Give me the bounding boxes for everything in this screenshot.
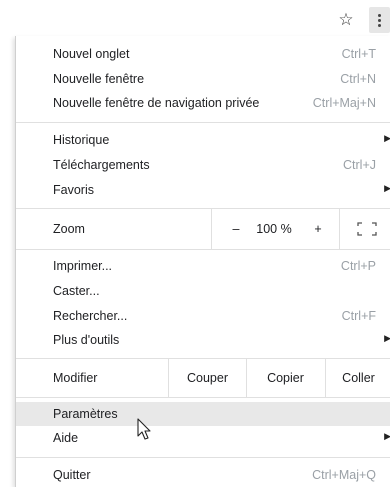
menu-item-quit[interactable]: Quitter Ctrl+Maj+Q xyxy=(16,463,390,487)
menu-item-shortcut: Ctrl+P xyxy=(340,259,376,273)
paste-button[interactable]: Coller xyxy=(326,371,390,385)
menu-item-label: Téléchargements xyxy=(53,158,150,172)
mouse-pointer-icon xyxy=(137,418,151,440)
menu-item-shortcut: Ctrl+F xyxy=(341,309,376,323)
copy-button[interactable]: Copier xyxy=(247,371,324,385)
menu-item-downloads[interactable]: Téléchargements Ctrl+J xyxy=(16,153,390,177)
menu-item-label: Nouvelle fenêtre de navigation privée xyxy=(53,96,260,110)
menu-item-label: Historique xyxy=(53,133,110,147)
zoom-divider xyxy=(211,209,212,249)
menu-item-shortcut: Ctrl+T xyxy=(341,47,376,61)
menu-item-label: Nouvelle fenêtre xyxy=(53,72,145,86)
menu-item-label: Caster... xyxy=(53,284,100,298)
menu-item-settings[interactable]: Paramètres xyxy=(16,402,390,426)
cut-button[interactable]: Couper xyxy=(169,371,246,385)
menu-item-cast[interactable]: Caster... xyxy=(16,279,390,303)
menu-item-help[interactable]: Aide ▶ xyxy=(16,426,390,450)
menu-item-more-tools[interactable]: Plus d'outils ▶ xyxy=(16,328,390,352)
submenu-arrow-icon: ▶ xyxy=(384,133,390,143)
submenu-arrow-icon: ▶ xyxy=(384,333,390,343)
menu-item-label: Paramètres xyxy=(53,407,118,421)
browser-toolbar: ☆ xyxy=(0,0,390,36)
menu-item-shortcut: Ctrl+J xyxy=(343,158,376,172)
menu-item-print[interactable]: Imprimer... Ctrl+P xyxy=(16,254,390,278)
menu-separator xyxy=(16,249,390,250)
submenu-arrow-icon: ▶ xyxy=(384,183,390,193)
menu-separator xyxy=(16,457,390,458)
menu-kebab-icon[interactable] xyxy=(369,7,390,33)
menu-separator xyxy=(16,397,390,398)
menu-item-label: Nouvel onglet xyxy=(53,47,130,61)
menu-item-history[interactable]: Historique ▶ xyxy=(16,128,390,152)
edit-label: Modifier xyxy=(53,371,98,385)
menu-item-shortcut: Ctrl+N xyxy=(340,72,376,86)
menu-item-find[interactable]: Rechercher... Ctrl+F xyxy=(16,304,390,328)
menu-item-label: Aide xyxy=(53,431,79,445)
submenu-arrow-icon: ▶ xyxy=(384,431,390,441)
menu-item-label: Imprimer... xyxy=(53,259,113,273)
menu-item-shortcut: Ctrl+Maj+N xyxy=(312,96,376,110)
zoom-level: 100 % xyxy=(256,222,292,236)
menu-item-new-tab[interactable]: Nouvel onglet Ctrl+T xyxy=(16,42,390,66)
menu-item-label: Plus d'outils xyxy=(53,333,120,347)
menu-item-new-window[interactable]: Nouvelle fenêtre Ctrl+N xyxy=(16,67,390,91)
menu-item-bookmarks[interactable]: Favoris ▶ xyxy=(16,178,390,202)
zoom-out-button[interactable]: – xyxy=(221,222,251,236)
zoom-in-button[interactable]: + xyxy=(303,222,333,236)
menu-item-new-incognito-window[interactable]: Nouvelle fenêtre de navigation privée Ct… xyxy=(16,91,390,115)
menu-item-label: Quitter xyxy=(53,468,91,482)
chrome-main-menu: Nouvel onglet Ctrl+T Nouvelle fenêtre Ct… xyxy=(15,36,390,487)
bookmark-star-icon[interactable]: ☆ xyxy=(336,10,356,30)
menu-separator xyxy=(16,122,390,123)
menu-item-label: Rechercher... xyxy=(53,309,128,323)
menu-item-shortcut: Ctrl+Maj+Q xyxy=(312,468,376,482)
fullscreen-icon[interactable] xyxy=(357,222,377,236)
edit-row: Modifier Couper Copier Coller xyxy=(16,358,390,398)
menu-item-label: Favoris xyxy=(53,183,94,197)
zoom-divider xyxy=(339,209,340,249)
zoom-row: Zoom – 100 % + xyxy=(16,209,390,249)
zoom-label: Zoom xyxy=(53,222,85,236)
